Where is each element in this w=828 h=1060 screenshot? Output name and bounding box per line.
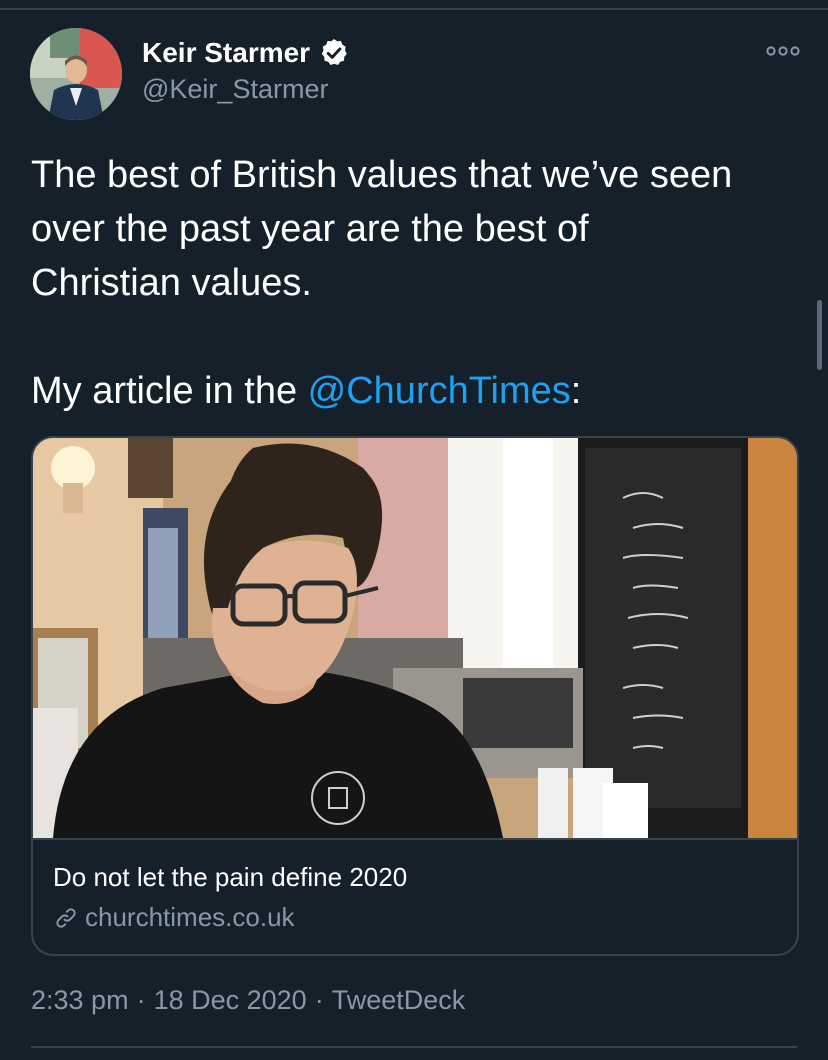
tweet-text: The best of British values that we’ve se… [31,148,801,418]
tweet-detail-view: Keir Starmer @Keir_Starmer The best of B… [0,0,828,1060]
author-handle[interactable]: @Keir_Starmer [142,74,328,105]
bottom-divider [31,1046,797,1048]
more-options-icon[interactable] [766,42,800,60]
avatar[interactable] [30,28,122,120]
card-domain[interactable]: churchtimes.co.uk [85,902,295,933]
verified-badge-icon [321,39,347,65]
tweet-text-suffix: : [570,370,582,412]
scrollbar[interactable] [817,300,822,370]
tweet-date[interactable]: 18 Dec 2020 [154,985,307,1015]
tweet-text-line-3: Christian values. [31,262,312,304]
tweet-text-line-4: My article in the @ChurchTimes: [31,364,801,418]
tweet-text-line-1: The best of British values that we’ve se… [31,154,733,196]
author-display-name[interactable]: Keir Starmer [142,37,310,69]
top-divider [0,8,828,10]
tweet-text-prefix: My article in the [31,370,308,412]
tweet-time[interactable]: 2:33 pm [31,985,129,1015]
author-name[interactable]: Keir Starmer [142,37,350,69]
meta-separator: · [136,985,146,1015]
meta-separator: · [314,985,324,1015]
tweet-source[interactable]: TweetDeck [332,985,466,1015]
tweet-meta: 2:33 pm · 18 Dec 2020 · TweetDeck [31,985,465,1016]
card-link[interactable]: churchtimes.co.uk [53,902,295,933]
link-preview-card[interactable]: Do not let the pain define 2020 churchti… [31,436,799,956]
card-title[interactable]: Do not let the pain define 2020 [53,862,407,893]
card-image[interactable] [33,438,797,840]
tweet-text-line-2: over the past year are the best of [31,208,589,250]
link-icon [56,907,76,928]
mention-link[interactable]: @ChurchTimes [308,370,571,412]
